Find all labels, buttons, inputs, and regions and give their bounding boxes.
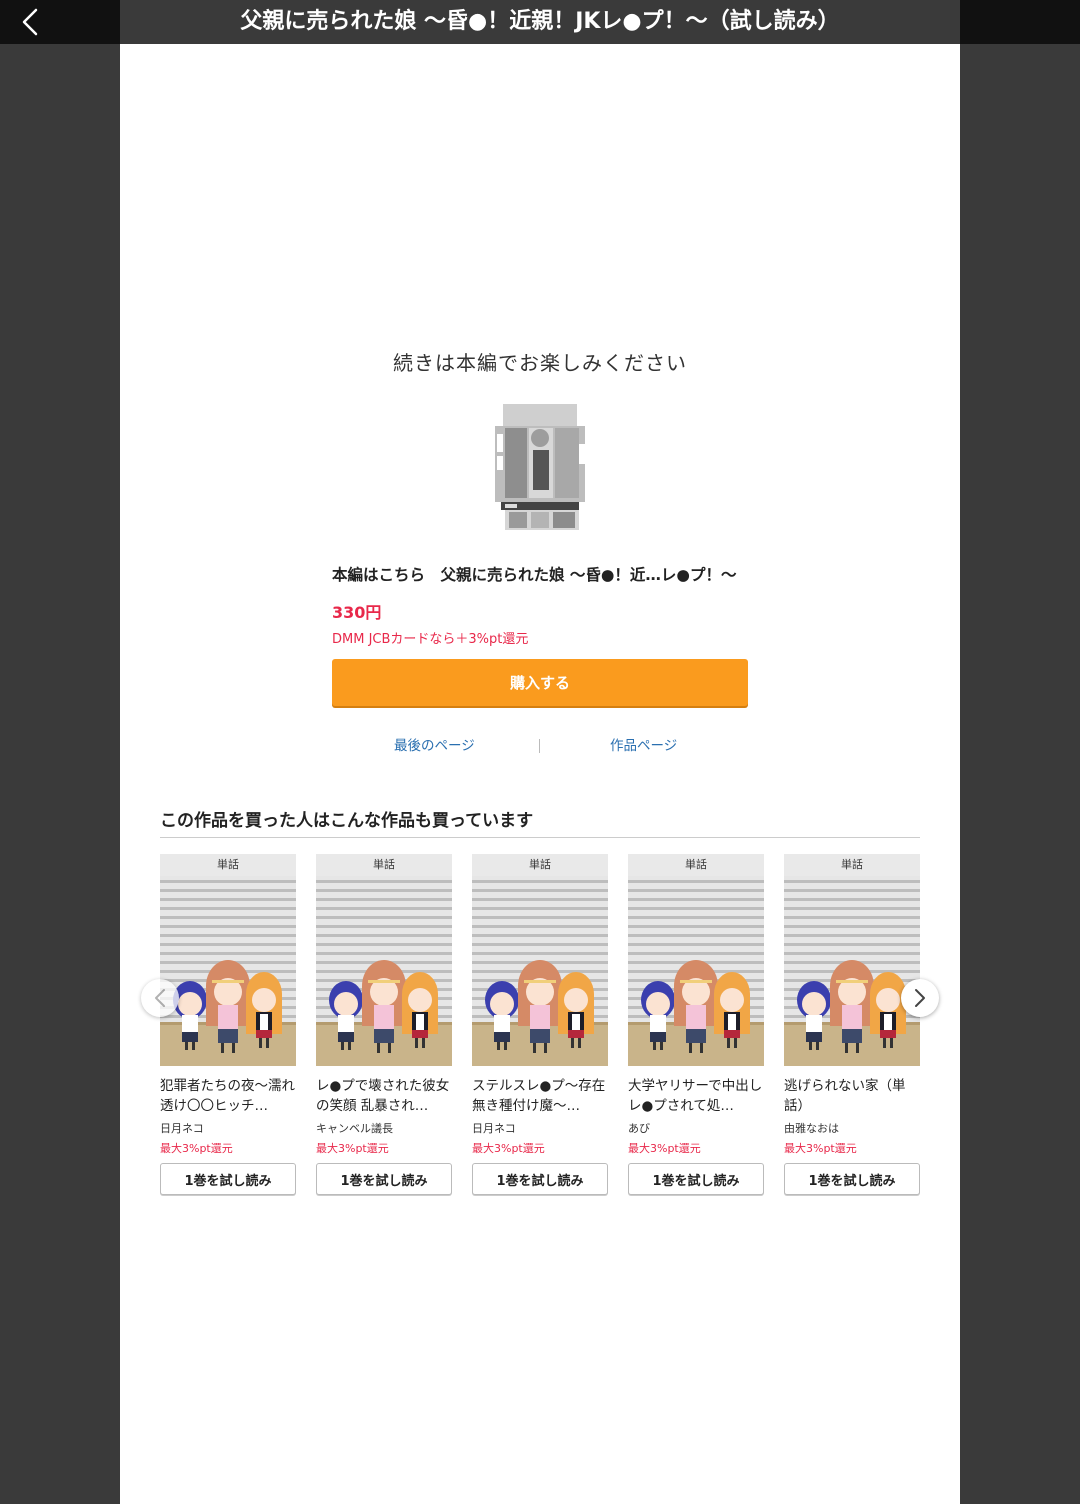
recommendation-card: 単話: [472, 854, 608, 1195]
type-label: 単話: [316, 854, 452, 876]
recommendation-card: 単話: [316, 854, 452, 1195]
card-author[interactable]: 日月ネコ: [160, 1120, 296, 1136]
trial-read-button[interactable]: 1巻を試し読み: [472, 1163, 608, 1195]
divider: [160, 837, 920, 838]
chevron-right-icon: [915, 989, 925, 1007]
card-thumbnail[interactable]: 単話: [784, 854, 920, 1066]
cover-art: [316, 854, 452, 1066]
carousel-next-button[interactable]: [901, 979, 939, 1017]
top-bar: 父親に売られた娘 〜昏●！近親！JKレ●プ！〜（試し読み）: [0, 0, 1080, 44]
card-title[interactable]: レ●プで壊された彼女の笑顔 乱暴され…: [316, 1076, 452, 1116]
card-thumbnail[interactable]: 単話: [160, 854, 296, 1066]
campaign-text: DMM JCBカードなら＋3%pt還元: [332, 632, 529, 647]
card-author[interactable]: 日月ネコ: [472, 1120, 608, 1136]
link-divider: [539, 739, 540, 753]
card-thumbnail[interactable]: 単話: [316, 854, 452, 1066]
cover-art: [472, 854, 608, 1066]
card-point-return: 最大3%pt還元: [316, 1142, 389, 1155]
card-author[interactable]: 由雅なおは: [784, 1120, 920, 1136]
work-page-link[interactable]: 作品ページ: [610, 734, 677, 754]
recommendation-card: 単話: [628, 854, 764, 1195]
type-label: 単話: [472, 854, 608, 876]
page-links: 最後のページ 作品ページ: [332, 734, 748, 760]
reader-page: 続きは本編でお楽しみください 本編はこちら 父親に売られた娘 〜昏●！近…レ●プ…: [120, 44, 960, 1504]
recommendations-heading: この作品を買った人はこんな作品も買っています: [160, 811, 534, 831]
type-label: 単話: [784, 854, 920, 876]
cover-art: [160, 854, 296, 1066]
product-title[interactable]: 本編はこちら 父親に売られた娘 〜昏●！近…レ●プ！〜: [332, 563, 752, 585]
price: 330円: [332, 603, 382, 622]
carousel-prev-button[interactable]: [141, 979, 179, 1017]
type-label: 単話: [628, 854, 764, 876]
card-point-return: 最大3%pt還元: [628, 1142, 701, 1155]
chevron-left-icon: [155, 989, 165, 1007]
recommendation-card: 単話: [784, 854, 920, 1195]
card-title[interactable]: ステルスレ●プ〜存在無き種付け魔〜…: [472, 1076, 608, 1116]
trial-read-button[interactable]: 1巻を試し読み: [316, 1163, 452, 1195]
card-thumbnail[interactable]: 単話: [628, 854, 764, 1066]
trial-read-button[interactable]: 1巻を試し読み: [160, 1163, 296, 1195]
card-point-return: 最大3%pt還元: [160, 1142, 233, 1155]
trial-read-button[interactable]: 1巻を試し読み: [628, 1163, 764, 1195]
cover-image: [495, 404, 585, 530]
card-author[interactable]: あび: [628, 1120, 764, 1136]
card-title[interactable]: 大学ヤリサーで中出しレ●プされて処…: [628, 1076, 764, 1116]
chevron-left-icon: [22, 8, 38, 36]
last-page-link[interactable]: 最後のページ: [394, 734, 475, 754]
buy-button[interactable]: 購入する: [332, 659, 748, 706]
recommendation-card: 単話: [160, 854, 296, 1195]
page-title: 父親に売られた娘 〜昏●！近親！JKレ●プ！〜（試し読み）: [120, 0, 960, 44]
back-button[interactable]: [0, 0, 60, 44]
trial-read-button[interactable]: 1巻を試し読み: [784, 1163, 920, 1195]
card-title[interactable]: 犯罪者たちの夜〜濡れ透け〇〇ヒッチ…: [160, 1076, 296, 1116]
type-label: 単話: [160, 854, 296, 876]
card-title[interactable]: 逃げられない家（単話）: [784, 1076, 920, 1116]
card-author[interactable]: キャンベル議長: [316, 1120, 452, 1136]
cover-thumbnail[interactable]: [495, 404, 585, 530]
cover-art: [784, 854, 920, 1066]
card-point-return: 最大3%pt還元: [472, 1142, 545, 1155]
card-thumbnail[interactable]: 単話: [472, 854, 608, 1066]
continue-message: 続きは本編でお楽しみください: [393, 351, 687, 375]
card-point-return: 最大3%pt還元: [784, 1142, 857, 1155]
cover-art: [628, 854, 764, 1066]
